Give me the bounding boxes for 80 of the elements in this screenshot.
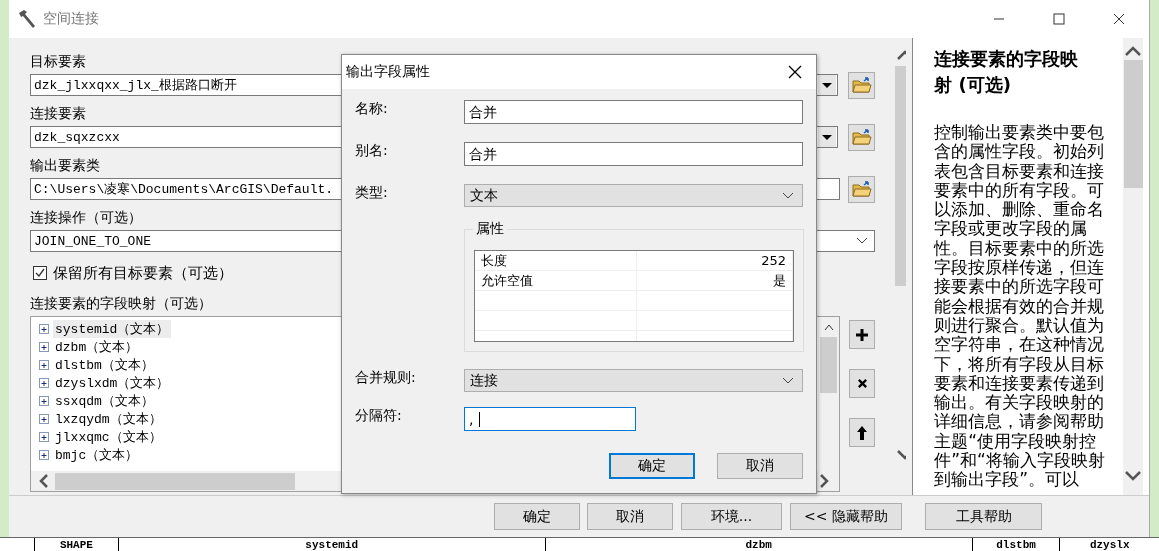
expand-icon[interactable]: [39, 377, 50, 389]
close-icon[interactable]: [788, 65, 802, 79]
chevron-down-icon: [782, 191, 794, 200]
tree-item[interactable]: systemid（文本）: [53, 320, 172, 338]
browse-button[interactable]: [848, 175, 875, 203]
dialog-title: 输出字段属性: [346, 63, 430, 81]
select-field[interactable]: 连接: [463, 369, 803, 392]
maximize-icon[interactable]: [1053, 13, 1065, 25]
tree-item[interactable]: dzyslxdm（文本）: [53, 374, 172, 392]
expand-icon[interactable]: [39, 431, 50, 443]
tree-item[interactable]: bmjc（文本）: [53, 446, 141, 464]
field-label: 名称:: [355, 100, 389, 118]
field-label: 别名:: [355, 142, 389, 160]
table-cell: 允许空值: [475, 271, 637, 290]
tree-item[interactable]: ssxqdm（文本）: [53, 392, 156, 410]
plus-icon: [855, 327, 869, 342]
field-label: 分隔符:: [355, 407, 403, 425]
dialog-button[interactable]: 确定: [494, 503, 580, 530]
folder-icon: [851, 180, 872, 198]
group-title: 属性: [473, 220, 507, 238]
scroll-up-icon[interactable]: [1125, 46, 1142, 56]
field-label: 目标要素: [30, 52, 86, 71]
dialog-button[interactable]: 环境...: [681, 503, 782, 530]
add-button[interactable]: [849, 320, 875, 349]
table-cell: 是: [636, 271, 793, 290]
column-header: dzyslx: [1059, 538, 1159, 551]
expand-icon[interactable]: [39, 323, 50, 335]
expand-icon[interactable]: [39, 395, 50, 407]
tree-item[interactable]: lxzqydm（文本）: [53, 410, 164, 428]
field-label: 合并规则:: [355, 369, 417, 387]
chevron-down-icon: [856, 237, 868, 245]
cross-icon: [856, 378, 868, 389]
input-field[interactable]: ,: [464, 407, 636, 431]
browse-button[interactable]: [848, 123, 875, 151]
browse-button[interactable]: [848, 71, 875, 99]
tree-item[interactable]: dzbm（文本）: [53, 338, 141, 356]
scroll-right-icon[interactable]: [819, 474, 829, 488]
help-title: 连接要素的字段映射 (可选): [934, 47, 1080, 97]
folder-icon: [851, 128, 872, 146]
table-cell: 252: [636, 251, 793, 270]
dialog-button[interactable]: << 隐藏帮助: [790, 503, 902, 530]
scrollbar[interactable]: [818, 317, 839, 471]
column-header: systemid: [117, 538, 545, 551]
expand-icon[interactable]: [39, 359, 50, 371]
scroll-down-icon[interactable]: [1125, 471, 1142, 481]
input-field[interactable]: 合并: [463, 100, 803, 124]
hammer-icon: [17, 9, 37, 29]
checkbox[interactable]: [33, 266, 47, 280]
dialog-button[interactable]: 取消: [587, 503, 673, 530]
column-header: SHAPE: [34, 538, 118, 551]
scrollbar[interactable]: [1123, 38, 1144, 495]
scroll-left-icon[interactable]: [39, 474, 49, 488]
tree-item[interactable]: dlstbm（文本）: [53, 356, 156, 374]
up-button[interactable]: [849, 418, 875, 447]
tree-item[interactable]: jlxxqmc（文本）: [53, 428, 164, 446]
select-field[interactable]: 文本: [463, 184, 803, 207]
column-header: dlstbm: [971, 538, 1060, 551]
table-cell: 长度: [475, 251, 637, 270]
dialog-button[interactable]: 确定: [609, 453, 695, 479]
window-title: 空间连接: [43, 10, 99, 28]
expand-icon[interactable]: [39, 341, 50, 353]
scroll-up-icon[interactable]: [823, 323, 834, 331]
field-label: 连接要素: [30, 104, 86, 123]
field-label: 连接要素的字段映射（可选）: [30, 294, 212, 313]
field-label: 输出要素类: [30, 156, 100, 175]
field-label: 连接操作（可选）: [30, 208, 142, 227]
chevron-down-icon: [782, 376, 794, 385]
expand-icon[interactable]: [39, 413, 50, 425]
input-field[interactable]: 合并: [463, 142, 803, 166]
dialog-button[interactable]: 工具帮助: [925, 503, 1042, 530]
column-header: dzbm: [544, 538, 972, 551]
remove-button[interactable]: [849, 369, 875, 398]
folder-icon: [851, 76, 872, 94]
help-text: 控制输出要素类中要包含的属性字段。初始列表包含目标要素和连接要素中的所有字段。可以添加、删除、重命名字段或更改字段的属性。目标要素中的所选字段按原样传递，但连接要素中的所选字段可能会根据有效的合并规则进行聚合。默认值为空字符串，在这种情况下，将所有字段从目标要素和连接要素传递到输出。有关字段映射的详细信息，请参阅帮助主题“使用字段映射控件”和“将输入字段映射到输出字段”。可以: [934, 123, 1106, 490]
close-icon[interactable]: [1113, 13, 1125, 25]
expand-icon[interactable]: [39, 449, 50, 461]
field-label: 类型:: [355, 184, 389, 202]
checkbox-label: 保留所有目标要素（可选）: [53, 263, 233, 283]
up-arrow-icon: [856, 424, 868, 441]
dialog-button[interactable]: 取消: [717, 453, 803, 479]
